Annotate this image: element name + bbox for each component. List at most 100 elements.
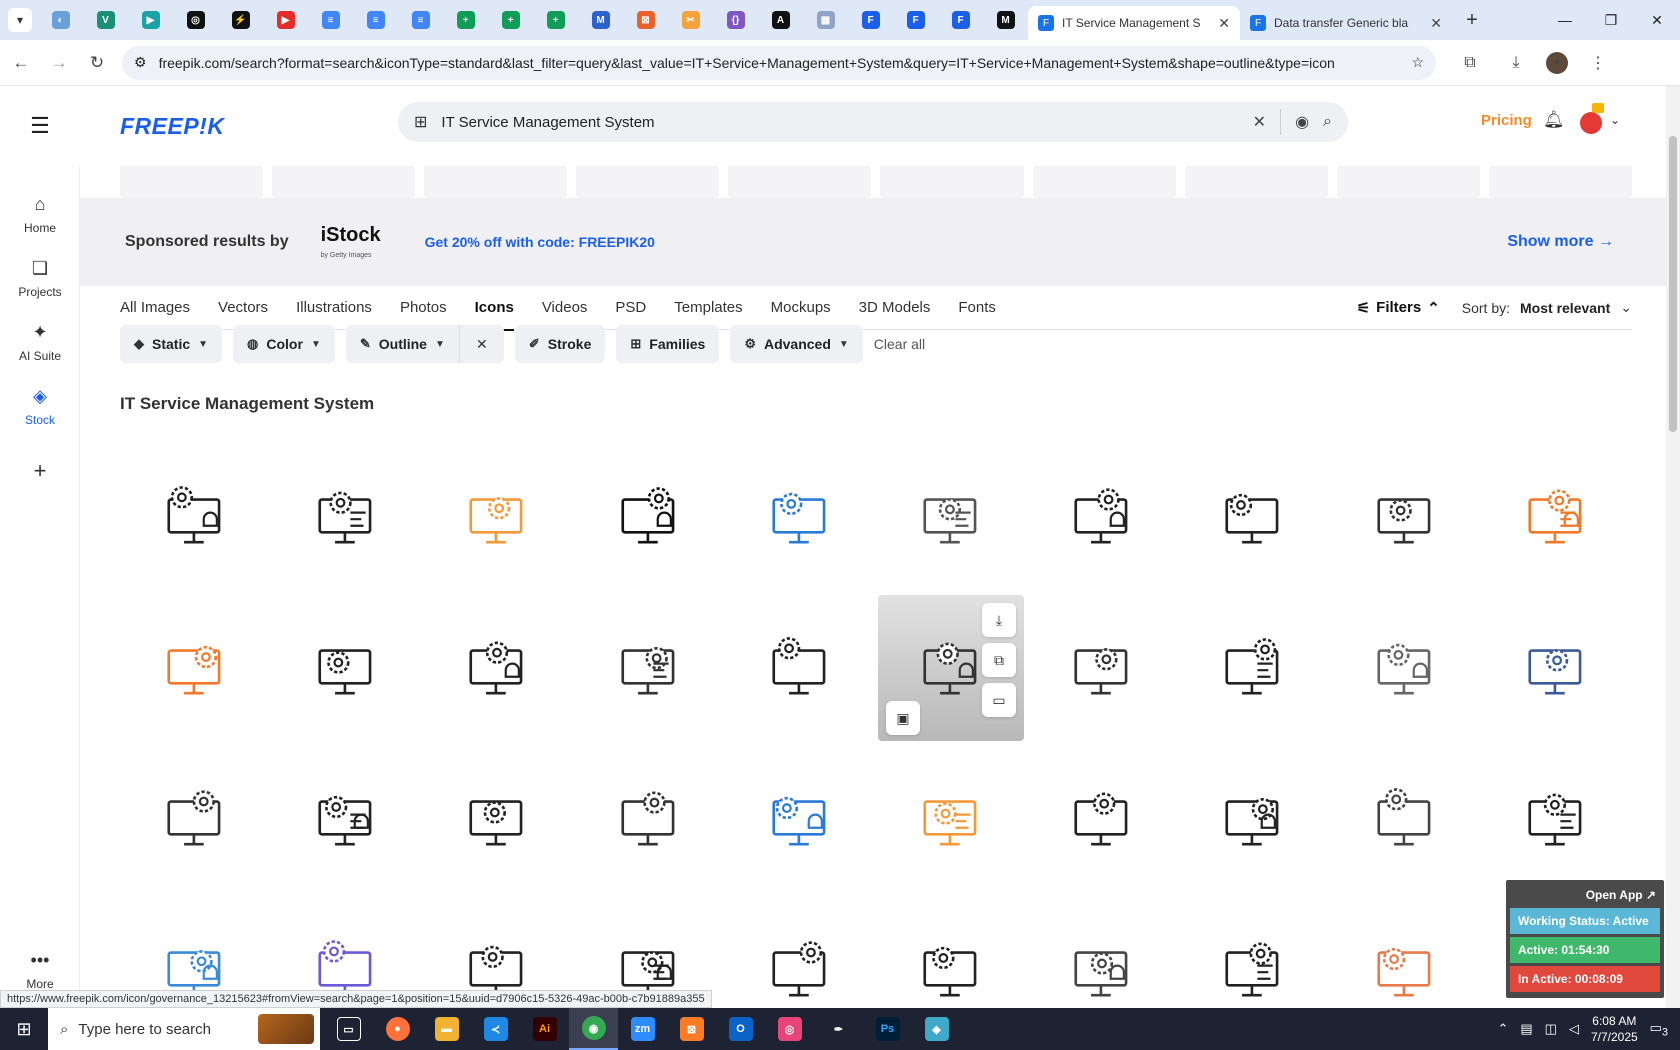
pinned-tab[interactable]: F — [848, 0, 893, 40]
icon-result-tile[interactable] — [1483, 746, 1629, 892]
browser-menu-icon[interactable]: ⋮ — [1582, 47, 1614, 79]
families-filter-button[interactable]: ⊞ Families — [616, 325, 720, 363]
icon-result-tile[interactable] — [122, 746, 268, 892]
pinned-tab[interactable]: ⚡ — [218, 0, 263, 40]
creative-cloud-icon[interactable]: ◎ — [765, 1008, 814, 1050]
icon-result-tile[interactable] — [424, 746, 570, 892]
pinned-tab[interactable]: ≡ — [308, 0, 353, 40]
sponsored-thumbnail[interactable] — [1184, 166, 1328, 198]
icon-result-tile[interactable] — [576, 746, 722, 892]
pinned-tab[interactable]: ▶ — [263, 0, 308, 40]
tab-vectors[interactable]: Vectors — [218, 286, 268, 330]
tab-it-service-management[interactable]: F IT Service Management S ✕ — [1028, 6, 1240, 40]
search-input[interactable] — [441, 113, 1239, 131]
page-scrollbar[interactable] — [1666, 86, 1680, 1008]
sidebar-item-stock[interactable]: ◈ Stock — [0, 386, 80, 427]
photoshop-icon[interactable]: Ps — [863, 1008, 912, 1050]
icon-result-tile[interactable] — [576, 595, 722, 741]
sidebar-item-ai-suite[interactable]: ✦ AI Suite — [0, 322, 80, 363]
network-icon[interactable]: ▤ — [1520, 1021, 1532, 1037]
taskbar-clock[interactable]: 6:08 AM 7/7/2025 — [1591, 1013, 1638, 1045]
pinned-tab[interactable]: ≡ — [353, 0, 398, 40]
tab-fonts[interactable]: Fonts — [958, 286, 996, 330]
icon-result-tile[interactable] — [1029, 897, 1175, 1008]
chrome-icon[interactable]: ◉ — [569, 1008, 618, 1050]
pinned-tab[interactable]: ▦ — [803, 0, 848, 40]
icon-result-tile[interactable] — [1483, 595, 1629, 741]
stroke-filter-button[interactable]: ✐ Stroke — [514, 325, 606, 363]
pinned-tab[interactable]: ▶ — [128, 0, 173, 40]
tab-all-images[interactable]: All Images — [120, 286, 190, 330]
pinned-tab[interactable]: ◎ — [173, 0, 218, 40]
open-app-link[interactable]: Open App ↗ — [1510, 884, 1660, 908]
pen-tool-icon[interactable]: ✒ — [814, 1008, 863, 1050]
sponsored-thumbnail[interactable] — [120, 166, 264, 198]
task-view-icon[interactable]: ▭ — [324, 1008, 373, 1050]
sponsored-thumbnail[interactable] — [1488, 166, 1632, 198]
pricing-link[interactable]: Pricing — [1481, 112, 1532, 129]
xampp-icon[interactable]: ⊠ — [667, 1008, 716, 1050]
tray-chevron-icon[interactable]: ⌃ — [1497, 1021, 1508, 1037]
camera-search-icon[interactable]: ◉ — [1295, 112, 1309, 132]
tab-photos[interactable]: Photos — [400, 286, 447, 330]
pinned-tab[interactable]: + — [533, 0, 578, 40]
search-type-icon[interactable]: ⊞ — [414, 112, 427, 132]
promo-code-link[interactable]: Get 20% off with code: FREEPIK20 — [425, 234, 655, 250]
image-search-icon[interactable]: ▣ — [886, 701, 920, 735]
sidebar-item-more[interactable]: ••• More — [0, 950, 80, 991]
search-icon[interactable]: ⌕ — [1323, 113, 1332, 131]
sidebar-item-home[interactable]: ⌂ Home — [0, 194, 80, 235]
icon-result-tile[interactable] — [122, 444, 268, 590]
icon-result-tile[interactable] — [1180, 595, 1326, 741]
freepik-logo[interactable]: FREEP!K — [120, 113, 224, 140]
filters-toggle[interactable]: ⚟ Filters ⌃ — [1357, 299, 1440, 317]
close-icon[interactable]: ✕ — [1430, 15, 1442, 32]
icon-result-tile[interactable] — [1332, 595, 1478, 741]
firefox-icon[interactable]: ● — [373, 1008, 422, 1050]
zoom-icon[interactable]: zm — [618, 1008, 667, 1050]
icon-result-tile[interactable] — [1180, 897, 1326, 1008]
icon-result-tile[interactable] — [1332, 444, 1478, 590]
sponsored-thumbnail[interactable] — [728, 166, 872, 198]
istock-logo[interactable]: iStock by Getty Images — [321, 225, 381, 259]
taskbar-search[interactable]: ⌕ Type here to search — [48, 1008, 320, 1050]
icon-result-tile[interactable] — [424, 444, 570, 590]
pinned-tab[interactable]: ◐ — [38, 0, 83, 40]
restore-icon[interactable]: ❐ — [1588, 0, 1634, 40]
tab-illustrations[interactable]: Illustrations — [296, 286, 372, 330]
icon-result-tile[interactable] — [273, 444, 419, 590]
pinned-tab[interactable]: ⊠ — [623, 0, 668, 40]
icon-result-tile[interactable] — [273, 746, 419, 892]
icon-result-tile[interactable] — [1029, 746, 1175, 892]
pinned-tab[interactable]: + — [488, 0, 533, 40]
bell-icon[interactable]: 🔔︎ — [1543, 110, 1565, 130]
remove-outline-filter-icon[interactable]: ✕ — [460, 325, 504, 363]
icon-result-tile[interactable] — [1483, 444, 1629, 590]
outlook-icon[interactable]: O — [716, 1008, 765, 1050]
icon-result-tile[interactable] — [878, 746, 1024, 892]
tab-3d-models[interactable]: 3D Models — [859, 286, 931, 330]
site-info-icon[interactable]: ⚙ — [134, 54, 147, 71]
tab-search-icon[interactable]: ▾ — [8, 8, 32, 32]
clear-search-icon[interactable]: ✕ — [1253, 112, 1266, 132]
tab-data-transfer[interactable]: F Data transfer Generic bla ✕ — [1240, 6, 1452, 40]
advanced-filter-button[interactable]: ⚙ Advanced ▼ — [730, 325, 863, 363]
download-icon[interactable]: ⤓ — [982, 603, 1016, 637]
volume-icon[interactable]: ◁ — [1569, 1021, 1579, 1037]
icon-result-tile[interactable] — [878, 897, 1024, 1008]
close-icon[interactable]: ✕ — [1218, 15, 1230, 32]
sponsored-thumbnail[interactable] — [880, 166, 1024, 198]
chevron-down-icon[interactable]: ⌄ — [1610, 113, 1620, 127]
pinned-tab[interactable]: + — [443, 0, 488, 40]
sponsored-thumbnail[interactable] — [272, 166, 416, 198]
icon-result-tile[interactable] — [727, 444, 873, 590]
icon-result-tile[interactable] — [1332, 746, 1478, 892]
tab-videos[interactable]: Videos — [542, 286, 588, 330]
outline-filter-button[interactable]: ✎ Outline ▼ — [346, 325, 460, 363]
vscode-icon[interactable]: ≺ — [471, 1008, 520, 1050]
pinned-tab[interactable]: F — [893, 0, 938, 40]
hamburger-menu-icon[interactable]: ☰ — [0, 113, 80, 139]
window-close-icon[interactable]: ✕ — [1634, 0, 1680, 40]
forward-icon[interactable]: → — [42, 46, 76, 80]
icon-result-tile[interactable]: ⤓ ⧉ ▭ ▣ — [878, 595, 1024, 741]
